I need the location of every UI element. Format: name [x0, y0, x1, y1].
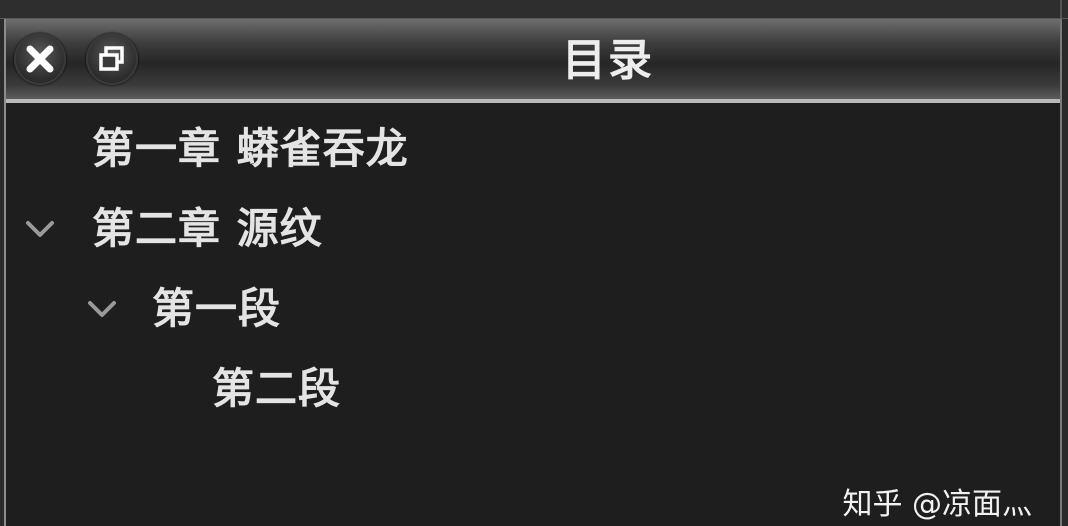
- tree-item-chapter-1[interactable]: 第一章 蟒雀吞龙: [6, 109, 1060, 189]
- panel-titlebar[interactable]: 目录: [6, 19, 1060, 103]
- watermark: 知乎 @凉面灬: [842, 487, 1032, 522]
- window-frame: 目录 第一章 蟒雀吞龙 第二章 源纹 第一段 第二段 知乎 @凉面灬: [0, 0, 1068, 526]
- tree-item-label: 第一章 蟒雀吞龙: [92, 124, 409, 173]
- top-strip: [0, 0, 1068, 19]
- divider: [1060, 0, 1062, 18]
- panel-title: 目录: [562, 35, 654, 86]
- tree-item-label: 第二段: [212, 364, 342, 413]
- tree-item-section-2[interactable]: 第二段: [6, 349, 1060, 429]
- tree-item-label: 第二章 源纹: [92, 204, 323, 253]
- tree-item-label: 第一段: [152, 284, 282, 333]
- tree-item-chapter-2[interactable]: 第二章 源纹: [6, 189, 1060, 269]
- toc-panel: 目录 第一章 蟒雀吞龙 第二章 源纹 第一段 第二段 知乎 @凉面灬: [4, 19, 1062, 526]
- chevron-down-icon[interactable]: [22, 211, 58, 247]
- tree-item-section-1[interactable]: 第一段: [6, 269, 1060, 349]
- chevron-down-icon[interactable]: [84, 291, 120, 327]
